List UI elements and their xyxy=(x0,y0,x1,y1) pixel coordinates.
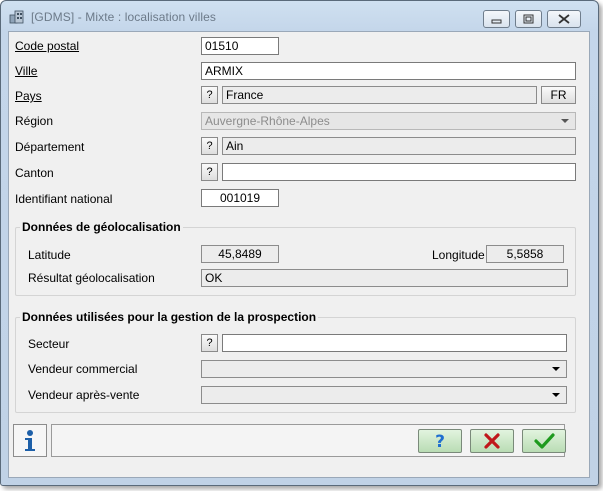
ok-button[interactable] xyxy=(522,429,566,453)
app-building-icon xyxy=(9,10,24,24)
longitude-label: Longitude xyxy=(432,248,485,262)
longitude-field: 5,5858 xyxy=(486,245,564,263)
identifiant-label: Identifiant national xyxy=(15,192,113,206)
code-postal-label[interactable]: Code postal xyxy=(15,39,79,53)
help-button[interactable]: ? xyxy=(418,429,462,453)
minimize-icon xyxy=(491,19,502,24)
pays-code-button[interactable]: FR xyxy=(541,86,576,104)
geolocation-result-label: Résultat géolocalisation xyxy=(28,271,155,285)
close-button[interactable] xyxy=(547,10,581,28)
canton-help-button[interactable]: ? xyxy=(201,163,218,181)
action-bar: ? xyxy=(51,424,566,457)
info-button[interactable] xyxy=(13,424,47,457)
departement-label: Département xyxy=(15,140,85,154)
ville-input[interactable]: ARMIX xyxy=(201,62,576,80)
canton-label: Canton xyxy=(15,166,54,180)
cancel-button[interactable] xyxy=(470,429,514,453)
vendeur-apres-vente-select[interactable] xyxy=(201,386,567,404)
svg-text:?: ? xyxy=(435,432,445,452)
departement-help-button[interactable]: ? xyxy=(201,137,218,155)
maximize-icon xyxy=(523,14,534,24)
chevron-down-icon xyxy=(561,119,569,123)
identifiant-input[interactable]: 001019 xyxy=(201,189,279,207)
minimize-button[interactable] xyxy=(483,10,510,28)
vendeur-commercial-select[interactable] xyxy=(201,360,567,378)
chevron-down-icon[interactable] xyxy=(552,393,560,397)
dialog-window: [GDMS] - Mixte : localisation villes Cod… xyxy=(0,0,599,486)
region-value: Auvergne-Rhône-Alpes xyxy=(205,114,330,128)
region-label: Région xyxy=(15,114,54,128)
ok-check-icon xyxy=(534,433,555,449)
chevron-down-icon[interactable] xyxy=(552,367,560,371)
canton-input[interactable] xyxy=(222,163,576,181)
departement-field: Ain xyxy=(222,137,576,155)
title-bar[interactable]: [GDMS] - Mixte : localisation villes xyxy=(1,1,598,31)
dialog-body: Code postal 01510 Ville ARMIX Pays ? Fra… xyxy=(8,31,590,478)
cancel-x-icon xyxy=(484,433,500,449)
ville-label[interactable]: Ville xyxy=(15,64,37,78)
vendeur-apres-vente-label: Vendeur après-vente xyxy=(28,388,140,402)
maximize-button[interactable] xyxy=(515,10,542,28)
geolocation-result-field: OK xyxy=(201,269,568,287)
prospection-group-title: Données utilisées pour la gestion de la … xyxy=(20,310,319,324)
window-title: [GDMS] - Mixte : localisation villes xyxy=(31,10,216,24)
secteur-label: Secteur xyxy=(28,337,70,351)
region-select: Auvergne-Rhône-Alpes xyxy=(201,112,576,130)
pays-field: France xyxy=(222,86,537,104)
close-icon xyxy=(558,14,570,24)
geolocation-group-title: Données de géolocalisation xyxy=(20,220,183,234)
info-icon xyxy=(25,430,35,451)
secteur-help-button[interactable]: ? xyxy=(201,334,218,352)
pays-label[interactable]: Pays xyxy=(15,89,42,103)
code-postal-input[interactable]: 01510 xyxy=(201,37,279,55)
secteur-input[interactable] xyxy=(222,334,567,352)
vendeur-commercial-label: Vendeur commercial xyxy=(28,362,138,376)
latitude-field: 45,8489 xyxy=(201,245,279,263)
help-question-icon: ? xyxy=(435,432,445,452)
pays-help-button[interactable]: ? xyxy=(201,86,218,104)
latitude-label: Latitude xyxy=(28,248,71,262)
